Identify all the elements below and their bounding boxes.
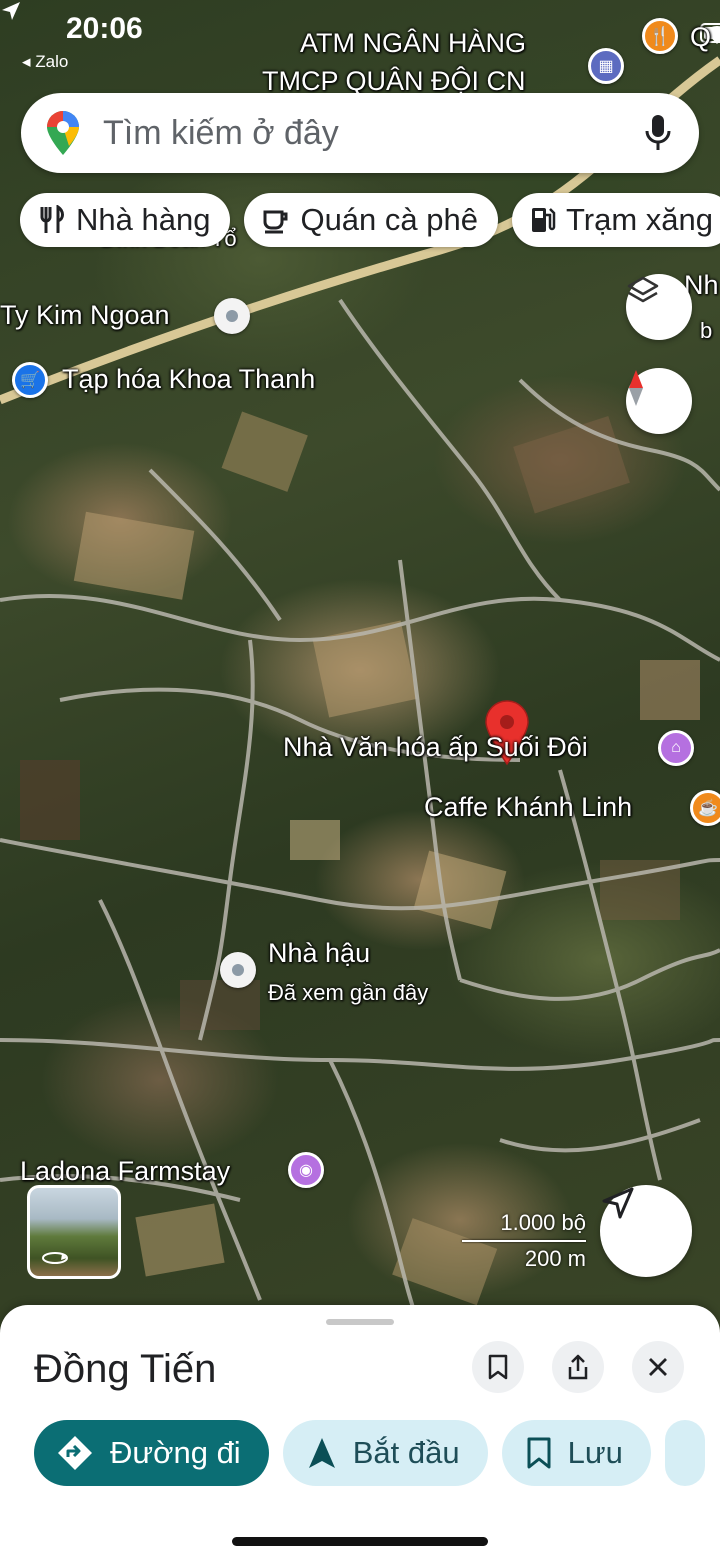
my-location-button[interactable] bbox=[600, 1185, 692, 1277]
map-label-atm[interactable]: ATM NGÂN HÀNG bbox=[300, 28, 526, 59]
map-label-nha-hau[interactable]: Nhà hậu bbox=[268, 938, 370, 969]
map-label-caffe[interactable]: Caffe Khánh Linh bbox=[424, 792, 632, 823]
start-label: Bắt đầu bbox=[352, 1435, 460, 1470]
layers-button[interactable] bbox=[626, 274, 692, 340]
microphone-icon[interactable] bbox=[643, 113, 673, 153]
shopping-cart-poi-icon[interactable]: 🛒 bbox=[12, 362, 48, 398]
bookmark-icon bbox=[488, 1354, 508, 1380]
bookmark-icon bbox=[527, 1437, 551, 1469]
location-arrow-icon bbox=[2, 2, 20, 20]
back-to-app-link[interactable]: ◂ Zalo bbox=[22, 52, 68, 72]
home-indicator bbox=[232, 1537, 488, 1546]
map-label-ladona[interactable]: Ladona Farmstay bbox=[20, 1156, 230, 1187]
street-view-thumbnail[interactable] bbox=[27, 1185, 121, 1279]
share-icon bbox=[568, 1354, 588, 1380]
action-buttons: Đường đi Bắt đầu Lưu bbox=[34, 1420, 705, 1486]
chip-coffee-label: Quán cà phê bbox=[300, 202, 478, 237]
share-button[interactable] bbox=[552, 1341, 604, 1393]
map-label-nha-van-hoa[interactable]: Nhà Văn hóa ấp Suối Đôi bbox=[283, 732, 588, 763]
navigation-outline-icon bbox=[602, 1187, 634, 1219]
search-placeholder[interactable]: Tìm kiếm ở đây bbox=[103, 114, 643, 153]
directions-button[interactable]: Đường đi bbox=[34, 1420, 269, 1486]
fork-knife-icon bbox=[40, 205, 64, 233]
close-icon bbox=[649, 1358, 667, 1376]
chip-coffee[interactable]: Quán cà phê bbox=[244, 193, 498, 247]
place-pin-icon[interactable] bbox=[214, 298, 250, 334]
chip-gas-label: Trạm xăng bbox=[565, 202, 713, 237]
more-actions-partial[interactable] bbox=[664, 1420, 705, 1486]
map-label-partial[interactable]: Q bbox=[690, 22, 711, 53]
close-button[interactable] bbox=[632, 1341, 684, 1393]
save-label: Lưu bbox=[567, 1435, 623, 1470]
cafe-poi-icon[interactable]: ☕ bbox=[690, 790, 720, 826]
compass-icon bbox=[629, 370, 643, 406]
google-maps-pin-icon bbox=[47, 111, 79, 155]
save-icon-button[interactable] bbox=[472, 1341, 524, 1393]
category-chips: Nhà hàng Quán cà phê Trạm xăng bbox=[20, 193, 720, 247]
scale-imperial: 1.000 bộ bbox=[500, 1210, 586, 1235]
status-time: 20:06 bbox=[66, 12, 143, 45]
chip-restaurants[interactable]: Nhà hàng bbox=[20, 193, 231, 247]
place-title: Đồng Tiến bbox=[34, 1347, 217, 1391]
scale-metric: 200 m bbox=[524, 1246, 586, 1271]
place-bottom-sheet: Đồng Tiến Đường đi Bắt đầu Lưu bbox=[0, 1305, 720, 1558]
navigation-arrow-icon bbox=[308, 1438, 335, 1468]
restaurant-poi-icon[interactable]: 🍴 bbox=[642, 18, 678, 54]
map-label-kim-ngoan[interactable]: Ty Kim Ngoan bbox=[0, 300, 170, 331]
start-button[interactable]: Bắt đầu bbox=[282, 1420, 488, 1486]
save-button[interactable]: Lưu bbox=[501, 1420, 651, 1486]
directions-icon bbox=[58, 1436, 92, 1470]
directions-label: Đường đi bbox=[110, 1435, 241, 1470]
layers-icon bbox=[627, 276, 659, 303]
rotate-360-icon bbox=[42, 1252, 68, 1264]
bank-poi-icon[interactable]: ▦ bbox=[588, 48, 624, 84]
landmark-poi-icon[interactable]: ⌂ bbox=[658, 730, 694, 766]
camera-poi-icon[interactable]: ◉ bbox=[288, 1152, 324, 1188]
sheet-drag-handle[interactable] bbox=[326, 1319, 394, 1325]
map-label-tap-hoa[interactable]: Tạp hóa Khoa Thanh bbox=[62, 364, 315, 395]
map-scale: 1.000 bộ 200 m bbox=[462, 1208, 586, 1272]
recent-place-pin-icon[interactable] bbox=[220, 952, 256, 988]
compass-button[interactable] bbox=[626, 368, 692, 434]
map-label-b[interactable]: b bbox=[700, 318, 712, 344]
chip-gas[interactable]: Trạm xăng bbox=[511, 193, 720, 247]
coffee-cup-icon bbox=[263, 210, 288, 234]
gas-station-icon bbox=[531, 208, 556, 232]
search-bar[interactable]: Tìm kiếm ở đây bbox=[21, 93, 699, 173]
map-label-nha-hau-sub: Đã xem gần đây bbox=[268, 980, 429, 1005]
chip-restaurants-label: Nhà hàng bbox=[76, 202, 211, 237]
